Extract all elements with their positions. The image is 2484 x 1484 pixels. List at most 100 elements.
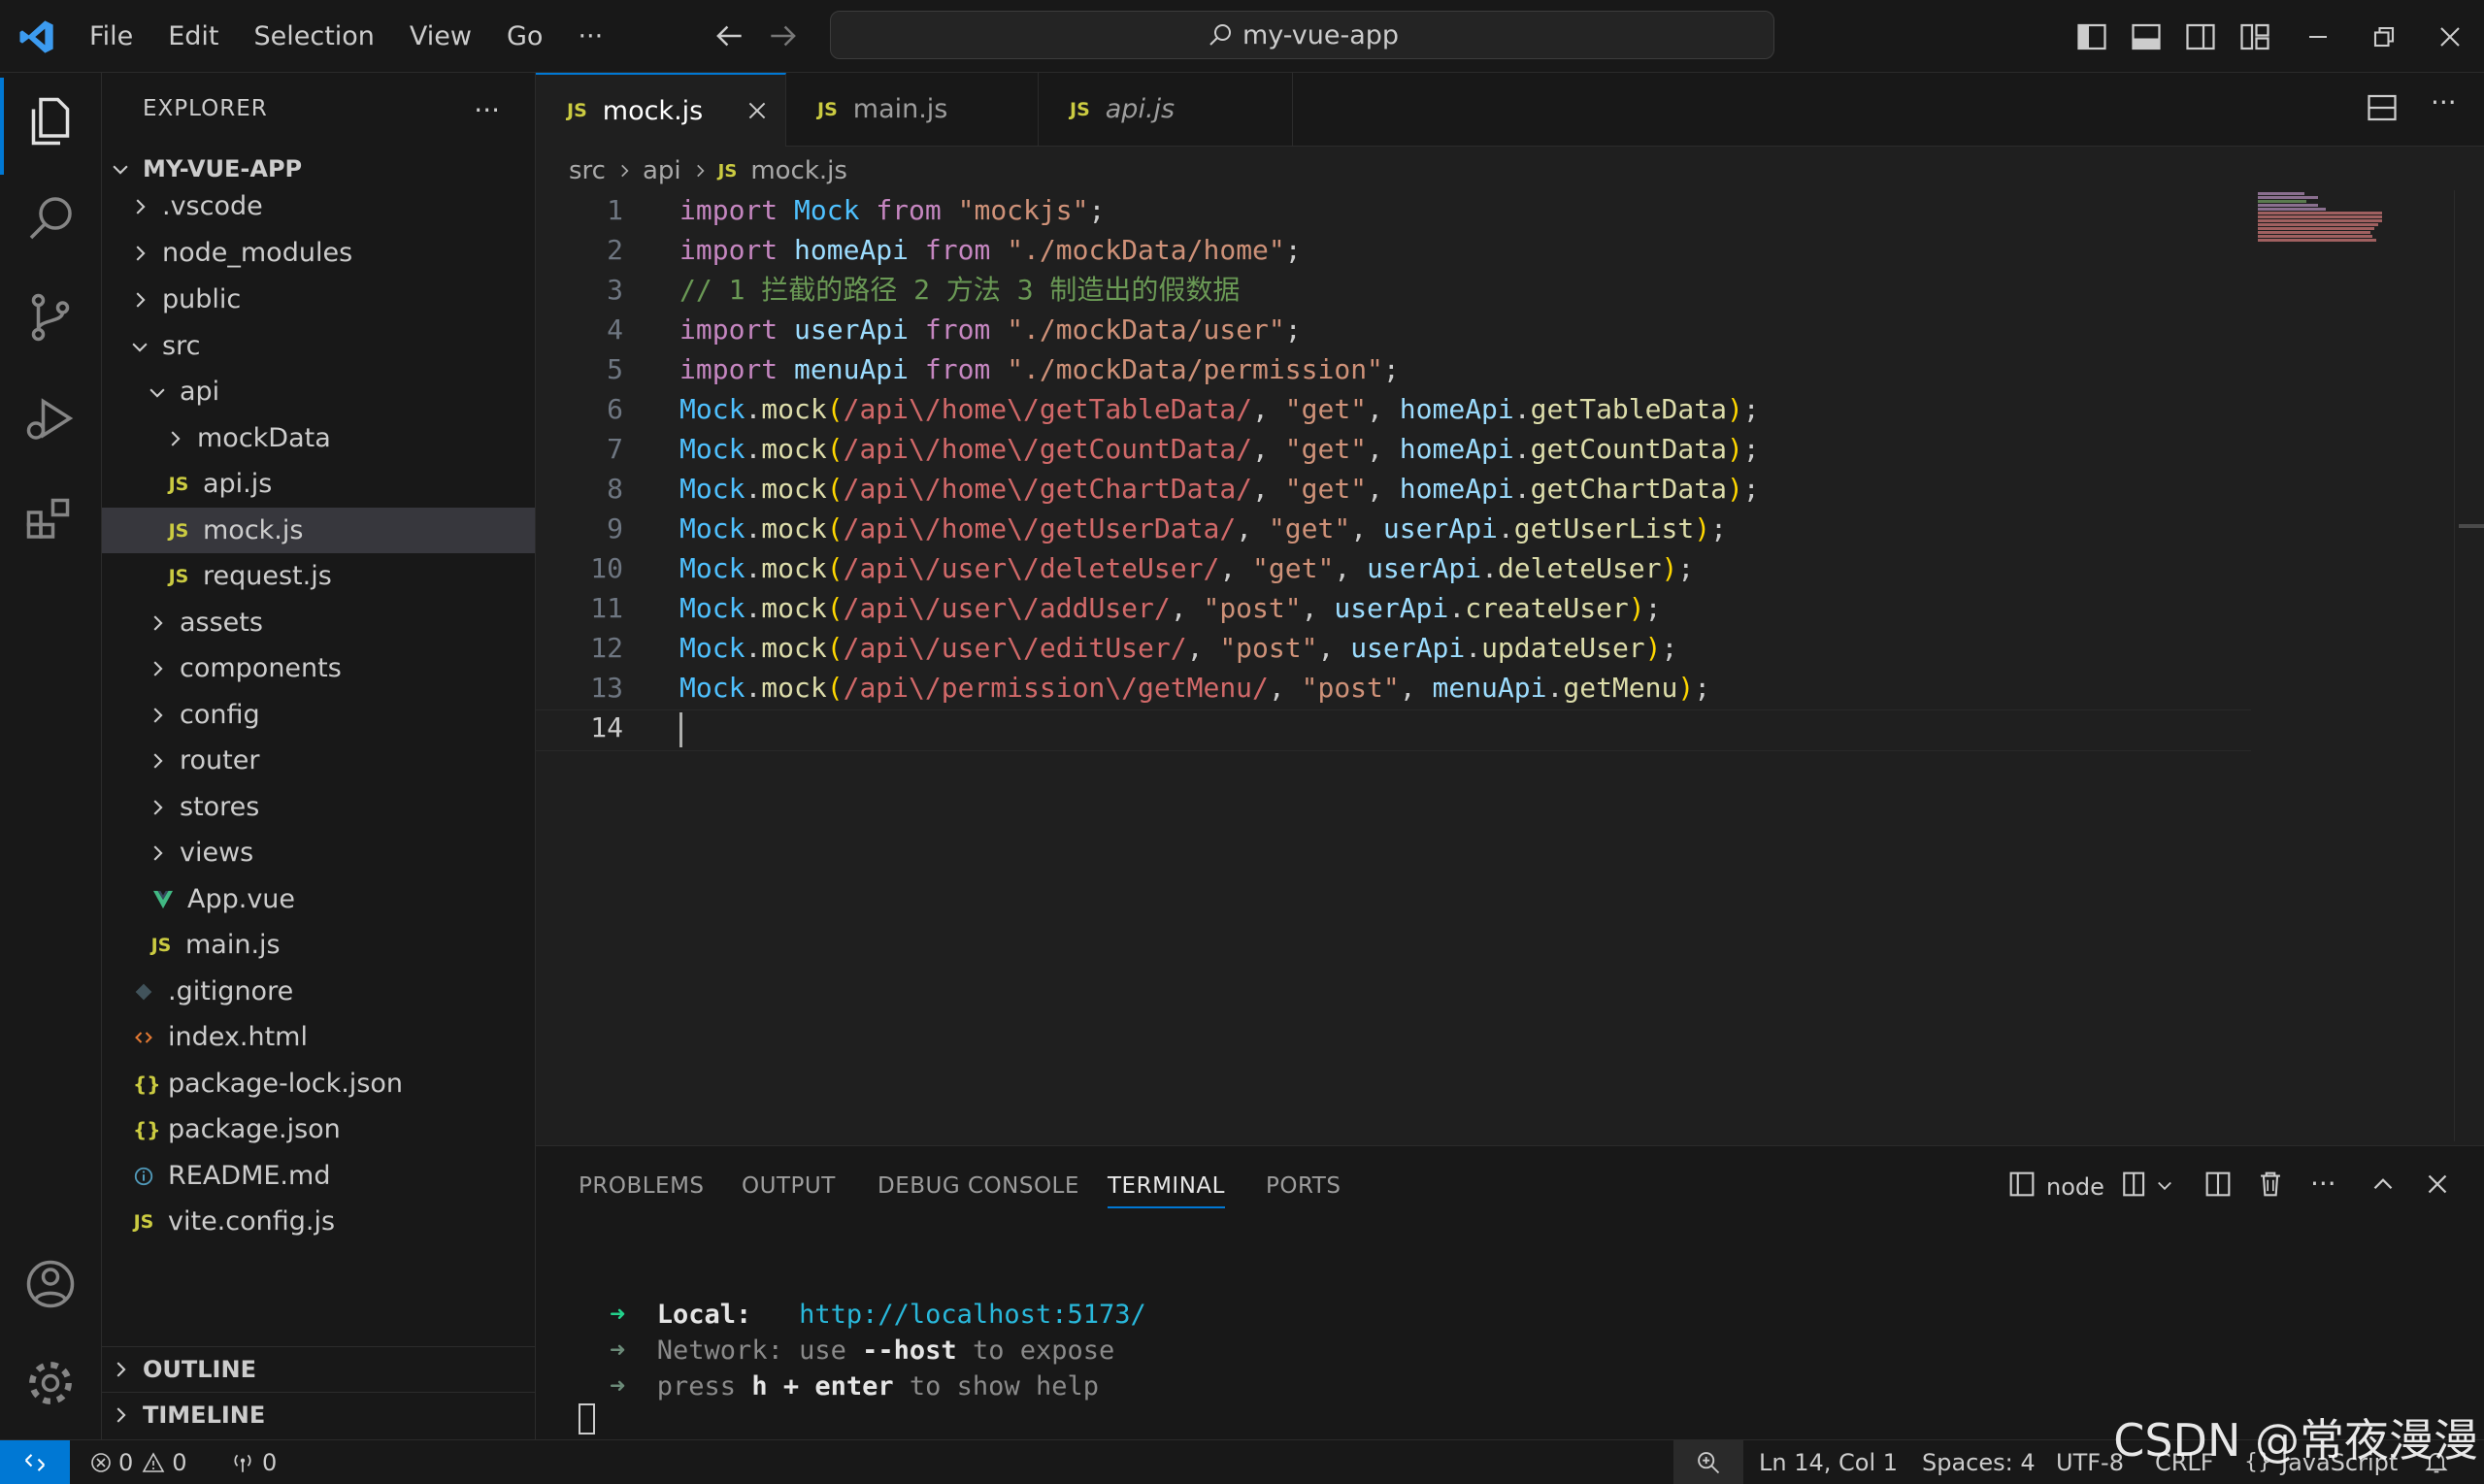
chevron-right-icon [171, 430, 181, 446]
tree-folder-assets[interactable]: assets [102, 600, 535, 645]
tree-file-main-js[interactable]: JS main.js [102, 922, 535, 968]
tree-folder-stores[interactable]: stores [102, 784, 535, 830]
chevron-right-icon [153, 799, 163, 815]
tree-file-api-js[interactable]: JS api.js [102, 461, 535, 507]
cursor-position[interactable]: Ln 14, Col 1 [1759, 1440, 1898, 1484]
terminal-line-network: ➜ Network: use --host to expose [610, 1336, 1114, 1366]
close-tab-icon[interactable] [745, 98, 770, 123]
terminal-output[interactable]: ➜ Local: http://localhost:5173/ ➜ Networ… [536, 1146, 2484, 1440]
terminal-line-help: ➜ press h + enter to show help [610, 1371, 1099, 1402]
code-editor[interactable]: 1 import Mock from "mockjs"; 2 import home… [536, 190, 2453, 1141]
close-window-icon[interactable] [2433, 19, 2467, 54]
tree-file-vite-config-js[interactable]: JS vite.config.js [102, 1199, 535, 1244]
code-text: Mock.mock(/api\/user\/editUser/, "post",… [679, 632, 1678, 664]
terminal-line-local: ➜ Local: http://localhost:5173/ [610, 1300, 1146, 1330]
title-bar: File Edit Selection View Go ··· my-vue-a… [0, 0, 2484, 73]
chevron-right-icon [153, 844, 163, 861]
code-text: // 1 拦截的路径 2 方法 3 制造出的假数据 [679, 274, 1241, 306]
tree-folder-components[interactable]: components [102, 645, 535, 691]
chevron-down-icon [113, 165, 128, 175]
terminal-network-label: Network: [656, 1336, 783, 1366]
line-number: 14 [590, 711, 623, 743]
tree-file-mock-js[interactable]: JS mock.js [102, 508, 535, 553]
tree-folder-mockdata[interactable]: mockData [102, 415, 535, 461]
tree-file-app-vue[interactable]: App.vue [102, 876, 535, 922]
run-and-debug-icon[interactable] [21, 389, 80, 447]
search-text: my-vue-app [1242, 19, 1400, 50]
tree-file-package-json[interactable]: {} package.json [102, 1106, 535, 1152]
line-number: 13 [590, 672, 623, 704]
code-line: 10 Mock.mock(/api\/user\/deleteUser/, "ge… [536, 548, 2453, 588]
chevron-right-icon [153, 660, 163, 676]
code-text: import menuApi from "./mockData/permissi… [679, 353, 1400, 385]
tree-item-label: package-lock.json [168, 1069, 404, 1099]
minimap[interactable] [2258, 192, 2384, 247]
tree-folder-src[interactable]: src [102, 323, 535, 369]
customize-layout-icon[interactable] [2237, 19, 2272, 54]
outline-label: OUTLINE [143, 1356, 256, 1383]
breadcrumb-file[interactable]: mock.js [750, 156, 847, 185]
extensions-icon[interactable] [21, 488, 80, 546]
menu-go[interactable]: Go [507, 21, 543, 51]
tree-file-gitignore[interactable]: .gitignore [102, 969, 535, 1014]
editor-more-actions[interactable]: ··· [2431, 86, 2457, 118]
tree-file-request-js[interactable]: JS request.js [102, 553, 535, 599]
tree-folder-node-modules[interactable]: node_modules [102, 230, 535, 276]
line-number: 8 [607, 473, 623, 505]
toggle-primary-sidebar-icon[interactable] [2074, 19, 2109, 54]
source-control-icon[interactable] [21, 288, 80, 346]
json-file-icon: {} [133, 1072, 161, 1096]
menu-edit[interactable]: Edit [168, 21, 218, 51]
breadcrumb-api[interactable]: api [643, 156, 681, 185]
tree-folder-api[interactable]: api [102, 369, 535, 414]
minimize-icon[interactable] [2301, 19, 2335, 54]
tree-item-label: public [162, 284, 242, 314]
menu-more[interactable]: ··· [578, 21, 603, 51]
split-editor-icon[interactable] [2365, 90, 2400, 125]
zoom-status[interactable] [1673, 1440, 1743, 1484]
outline-section[interactable]: OUTLINE [102, 1346, 535, 1392]
restore-icon[interactable] [2367, 19, 2401, 54]
code-line: 6 Mock.mock(/api\/home\/getTableData/, "g… [536, 389, 2453, 429]
remote-indicator[interactable] [0, 1440, 70, 1484]
timeline-section[interactable]: TIMELINE [102, 1392, 535, 1437]
arrow-icon: ➜ [610, 1300, 626, 1330]
text-cursor [679, 712, 682, 747]
manage-gear-icon[interactable] [21, 1354, 80, 1412]
ports-status[interactable]: 0 [229, 1440, 277, 1484]
menu-selection[interactable]: Selection [253, 21, 374, 51]
tree-folder-router[interactable]: router [102, 738, 535, 783]
breadcrumb-src[interactable]: src [569, 156, 606, 185]
search-icon [1209, 24, 1231, 46]
tree-file-package-lock-json[interactable]: {} package-lock.json [102, 1061, 535, 1106]
tree-file-readme-md[interactable]: README.md [102, 1153, 535, 1199]
search-view-icon[interactable] [21, 189, 80, 247]
problems-status[interactable]: 0 0 [89, 1440, 187, 1484]
menu-file[interactable]: File [89, 21, 133, 51]
tab-main-js[interactable]: JS main.js [786, 73, 1039, 146]
line-number: 6 [607, 393, 623, 425]
warning-count: 0 [172, 1448, 187, 1476]
tab-mock-js[interactable]: JS mock.js [536, 73, 786, 147]
menu-view[interactable]: View [410, 21, 472, 51]
editor-vertical-scrollbar[interactable] [2454, 190, 2484, 1141]
back-arrow-icon[interactable] [711, 17, 747, 54]
chevron-down-icon [132, 343, 148, 352]
explorer-more-actions[interactable]: ··· [474, 94, 500, 126]
toggle-panel-icon[interactable] [2129, 19, 2164, 54]
indentation-status[interactable]: Spaces: 4 [1922, 1440, 2036, 1484]
chevron-right-icon [116, 1362, 126, 1377]
tab-api-js[interactable]: JS api.js [1039, 73, 1293, 146]
forward-arrow-icon[interactable] [765, 17, 802, 54]
tree-folder-public[interactable]: public [102, 277, 535, 322]
accounts-icon[interactable] [21, 1255, 80, 1313]
explorer-files-icon[interactable] [21, 92, 80, 150]
tree-folder-vscode[interactable]: .vscode [102, 183, 535, 229]
tree-folder-views[interactable]: views [102, 830, 535, 875]
tree-file-index-html[interactable]: index.html [102, 1014, 535, 1060]
tree-folder-config[interactable]: config [102, 692, 535, 738]
chevron-right-icon [696, 164, 705, 178]
command-center-search[interactable]: my-vue-app [830, 11, 1774, 59]
terminal-local-url[interactable]: http://localhost:5173/ [799, 1300, 1146, 1330]
toggle-secondary-sidebar-icon[interactable] [2183, 19, 2218, 54]
